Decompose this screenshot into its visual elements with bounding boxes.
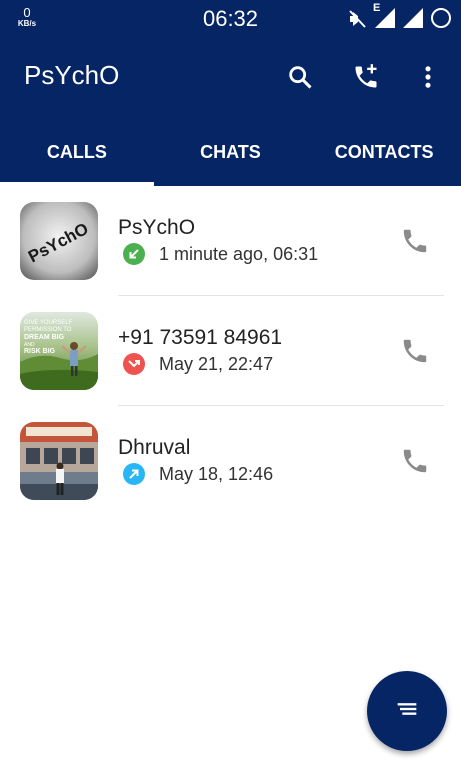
sync-icon [429, 6, 453, 30]
call-row[interactable]: GIVE YOURSELF PERMISSION TO DREAM BIG AN… [0, 296, 461, 406]
call-row[interactable]: Dhruval May 18, 12:46 [0, 406, 461, 516]
call-time: May 21, 22:47 [159, 353, 274, 374]
avatar-text: RISK BIG [24, 348, 56, 355]
tab-chats[interactable]: CHATS [154, 124, 308, 186]
avatar-text: DREAM BIG [24, 334, 65, 341]
contact-name: +91 73591 84961 [118, 326, 283, 349]
outgoing-call-icon [123, 463, 145, 485]
call-time: 1 minute ago, 06:31 [159, 243, 319, 264]
app-title: PsYchO [24, 60, 120, 90]
call-list: PsYchO PsYchO 1 minute ago, 06:31 GIVE Y… [0, 186, 461, 516]
status-bar: 0 KB/s 06:32 E [0, 0, 461, 38]
network-type-label: E [373, 2, 381, 14]
incoming-call-icon [123, 243, 145, 265]
tab-calls[interactable]: CALLS [0, 124, 154, 186]
compose-icon [393, 695, 421, 727]
contact-name: PsYchO [118, 216, 196, 239]
phone-icon[interactable] [398, 224, 432, 258]
compose-fab[interactable] [367, 671, 447, 751]
signal-icon [401, 6, 425, 30]
more-vert-icon[interactable] [411, 60, 445, 94]
call-detail: May 21, 22:47 [123, 353, 273, 375]
call-detail: 1 minute ago, 06:31 [123, 243, 318, 265]
avatar[interactable]: GIVE YOURSELF PERMISSION TO DREAM BIG AN… [20, 312, 98, 390]
avatar-text: PERMISSION TO [24, 327, 72, 333]
contact-name: Dhruval [118, 436, 191, 459]
phone-icon[interactable] [398, 444, 432, 478]
missed-call-icon [123, 353, 145, 375]
call-time: May 18, 12:46 [159, 463, 274, 484]
status-icons: E [345, 2, 453, 31]
add-call-icon[interactable] [349, 60, 383, 94]
mute-icon [345, 6, 369, 30]
call-row[interactable]: PsYchO PsYchO 1 minute ago, 06:31 [0, 186, 461, 296]
header: 0 KB/s 06:32 E PsYchO CALLS CHATS CONTAC… [0, 0, 461, 186]
tab-bar: CALLS CHATS CONTACTS [0, 124, 461, 186]
avatar[interactable] [20, 422, 98, 500]
call-detail: May 18, 12:46 [123, 463, 273, 485]
avatar-text: GIVE YOURSELF [24, 320, 73, 326]
phone-icon[interactable] [398, 334, 432, 368]
signal-icon: E [373, 2, 397, 30]
tab-contacts[interactable]: CONTACTS [307, 124, 461, 186]
avatar[interactable]: PsYchO [20, 202, 98, 280]
search-icon[interactable] [283, 60, 317, 94]
